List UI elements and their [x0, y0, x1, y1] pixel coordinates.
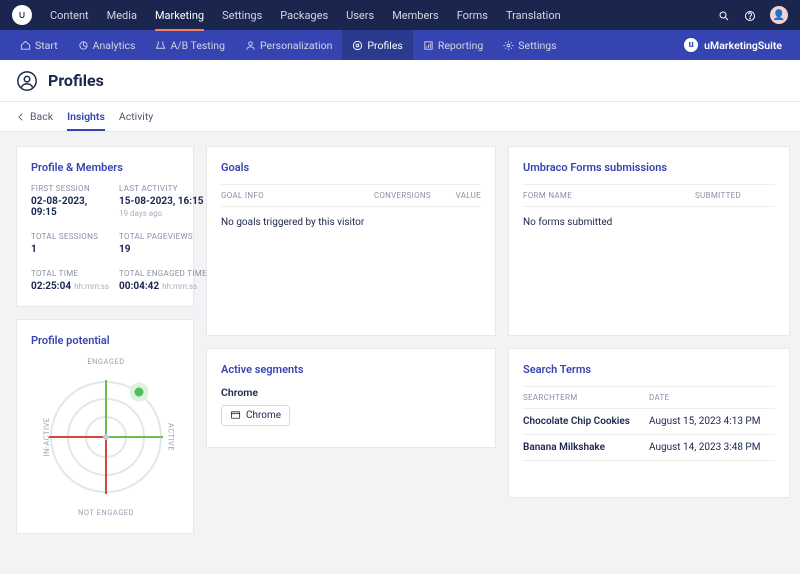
card-title: Search Terms	[523, 363, 775, 376]
search-icon[interactable]	[718, 8, 730, 21]
help-icon[interactable]	[744, 8, 756, 21]
stat-value: 15-08-2023, 16:15	[119, 196, 207, 207]
stat-value: 02-08-2023, 09:15	[31, 196, 109, 218]
forms-card: Umbraco Forms submissions FORM NAME SUBM…	[508, 146, 790, 336]
table-row: Banana Milkshake August 14, 2023 3:48 PM	[523, 435, 775, 461]
subnav-analytics[interactable]: Analytics	[68, 30, 146, 60]
stat-value: 19	[119, 244, 207, 255]
subnav-abtesting[interactable]: A/B Testing	[145, 30, 235, 60]
stat-label: LAST ACTIVITY	[119, 184, 207, 193]
sub-nav: Start Analytics A/B Testing Personalizat…	[0, 30, 800, 60]
nav-marketing[interactable]: Marketing	[155, 1, 204, 30]
table-header: GOAL INFO CONVERSIONS VALUE	[221, 184, 481, 207]
goals-card: Goals GOAL INFO CONVERSIONS VALUE No goa…	[206, 146, 496, 336]
profile-members-card: Profile & Members FIRST SESSION 02-08-202…	[16, 146, 194, 307]
browser-icon	[230, 410, 241, 421]
active-segments-card: Active segments Chrome Chrome	[206, 348, 496, 448]
stat-label: TOTAL PAGEVIEWS	[119, 232, 207, 241]
tab-activity[interactable]: Activity	[119, 103, 153, 130]
user-avatar[interactable]: 👤	[770, 6, 788, 24]
stat-label: TOTAL ENGAGED TIME	[119, 269, 207, 278]
stat-value: 02:25:04hh:mm:ss	[31, 281, 109, 292]
profiles-icon	[16, 70, 38, 92]
profile-potential-card: Profile potential ENGAGED NOT ENGAGED IN…	[16, 319, 194, 534]
nav-forms[interactable]: Forms	[457, 1, 488, 30]
brand-icon: u	[684, 38, 698, 52]
nav-users[interactable]: Users	[346, 1, 374, 30]
stat-subtext: 19 days ago	[119, 209, 207, 218]
top-nav: Content Media Marketing Settings Package…	[0, 0, 800, 30]
table-header: FORM NAME SUBMITTED	[523, 184, 775, 207]
page-title-bar: Profiles	[0, 60, 800, 102]
search-terms-card: Search Terms SEARCHTERM DATE Chocolate C…	[508, 348, 790, 498]
nav-translation[interactable]: Translation	[506, 1, 561, 30]
stat-label: FIRST SESSION	[31, 184, 109, 193]
card-title: Profile potential	[31, 334, 179, 347]
potential-chart-icon	[31, 362, 181, 512]
nav-settings[interactable]: Settings	[222, 1, 262, 30]
content-grid: Profile & Members FIRST SESSION 02-08-202…	[0, 132, 800, 548]
segment-chip[interactable]: Chrome	[221, 405, 290, 426]
tab-bar: Back Insights Activity	[0, 102, 800, 132]
back-button[interactable]: Back	[16, 110, 53, 123]
nav-packages[interactable]: Packages	[280, 1, 328, 30]
stat-value: 1	[31, 244, 109, 255]
subnav-settings[interactable]: Settings	[493, 30, 566, 60]
subnav-reporting[interactable]: Reporting	[413, 30, 493, 60]
stat-label: TOTAL SESSIONS	[31, 232, 109, 241]
nav-content[interactable]: Content	[50, 1, 89, 30]
nav-members[interactable]: Members	[392, 1, 439, 30]
table-row: Chocolate Chip Cookies August 15, 2023 4…	[523, 409, 775, 435]
table-header: SEARCHTERM DATE	[523, 386, 775, 409]
subnav-personalization[interactable]: Personalization	[235, 30, 342, 60]
card-title: Goals	[221, 161, 481, 174]
stat-value: 00:04:42hh:mm:ss	[119, 281, 207, 292]
umbraco-logo-icon	[12, 5, 32, 25]
stat-label: TOTAL TIME	[31, 269, 109, 278]
card-title: Umbraco Forms submissions	[523, 161, 775, 174]
page-title: Profiles	[48, 71, 104, 90]
subnav-profiles[interactable]: Profiles	[342, 30, 412, 60]
empty-message: No goals triggered by this visitor	[221, 207, 481, 238]
subnav-start[interactable]: Start	[10, 30, 68, 60]
card-title: Profile & Members	[31, 161, 179, 174]
card-title: Active segments	[221, 363, 481, 376]
tab-insights[interactable]: Insights	[67, 103, 105, 130]
nav-media[interactable]: Media	[107, 1, 137, 30]
arrow-left-icon	[16, 112, 26, 122]
empty-message: No forms submitted	[523, 207, 775, 238]
segment-group: Chrome	[221, 386, 481, 399]
brand-label: u uMarketingSuite	[684, 38, 790, 52]
